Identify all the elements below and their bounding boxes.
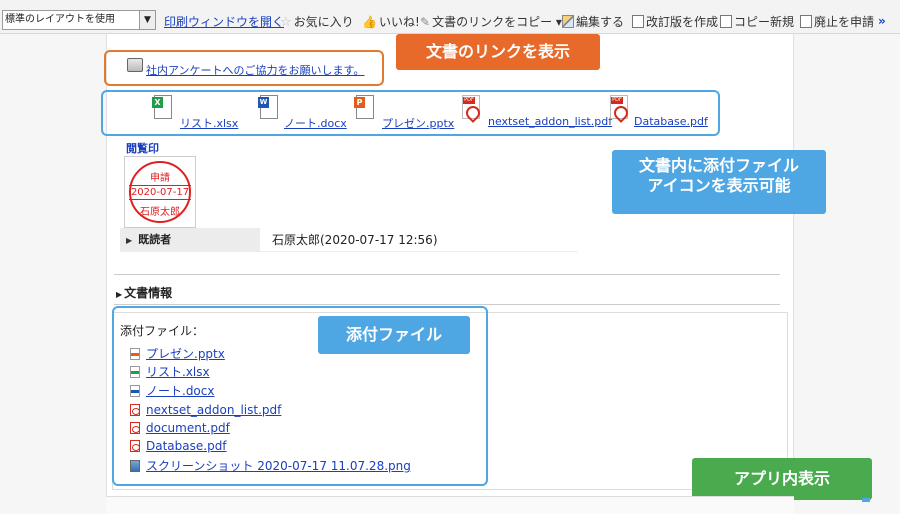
edit-button[interactable]: 編集する: [562, 14, 624, 30]
edit-icon: [562, 15, 574, 28]
reader-label-text: 既読者: [138, 233, 172, 246]
left-gutter: [0, 34, 106, 514]
excel-file-icon: [130, 366, 140, 378]
callout-attach-icons-line1: 文書内に添付ファイル: [638, 156, 799, 175]
print-window-link[interactable]: 印刷ウィンドウを開く: [164, 14, 284, 30]
page-bottom-bar: [106, 496, 794, 514]
stamp-date: 2020-07-17: [129, 185, 191, 200]
attach-icon-link[interactable]: プレゼン.pptx: [382, 115, 454, 131]
pdf-file-icon: [130, 440, 140, 452]
document-icon: [800, 15, 812, 28]
image-file-icon: [130, 460, 140, 472]
layout-select[interactable]: 標準のレイアウトを使用 ▼: [2, 10, 156, 30]
word-file-icon: [258, 95, 278, 119]
attach-icon-link[interactable]: リスト.xlsx: [180, 115, 238, 131]
triangle-right-icon: ▶: [126, 236, 133, 245]
thumbs-up-icon: 👍: [362, 15, 377, 29]
document-toolbar: 標準のレイアウトを使用 ▼ 印刷ウィンドウを開く ☆ お気に入り 👍 いいね! ✎ 文…: [0, 0, 900, 34]
pdf-file-icon: [610, 95, 628, 119]
corner-marker: [862, 498, 870, 502]
pdf-file-icon: [462, 95, 480, 119]
attachment-link[interactable]: nextset_addon_list.pdf: [146, 402, 281, 418]
attachment-link[interactable]: スクリーンショット 2020-07-17 11.07.28.png: [146, 458, 411, 474]
reader-label[interactable]: ▶ 既読者: [120, 228, 260, 252]
more-tools-icon[interactable]: »: [878, 14, 886, 28]
star-icon: ☆: [280, 15, 292, 30]
approval-stamp-box: 申請 2020-07-17 石原太郎: [124, 156, 196, 228]
attach-icon-link[interactable]: ノート.docx: [284, 115, 347, 131]
callout-attach-icons: 文書内に添付ファイル アイコンを表示可能: [612, 150, 826, 214]
attach-icon-link[interactable]: nextset_addon_list.pdf: [488, 115, 612, 128]
callout-doc-link: 文書のリンクを表示: [396, 34, 600, 70]
divider: [114, 304, 780, 305]
copy-link-label: 文書のリンクをコピー: [432, 15, 553, 29]
retire-label: 廃止を申請: [814, 15, 875, 29]
triangle-right-icon: ▶: [116, 290, 123, 299]
excel-file-icon: [152, 95, 172, 119]
revise-label: 改訂版を作成: [646, 15, 719, 29]
pdf-file-icon: [130, 404, 140, 416]
callout-in-app: アプリ内表示: [692, 458, 872, 500]
attachment-link[interactable]: document.pdf: [146, 420, 230, 436]
document-icon: [632, 15, 644, 28]
edit-label: 編集する: [576, 15, 625, 29]
pen-icon: ✎: [420, 15, 431, 29]
like-button[interactable]: 👍 いいね!: [362, 14, 420, 30]
like-label: いいね!: [378, 15, 420, 29]
approval-stamp: 申請 2020-07-17 石原太郎: [129, 161, 191, 223]
chevron-down-icon: ▾: [552, 15, 562, 29]
attachment-link[interactable]: プレゼン.pptx: [146, 346, 225, 362]
favorite-label: お気に入り: [293, 15, 354, 29]
attachment-link[interactable]: リスト.xlsx: [146, 364, 210, 380]
reader-value: 石原太郎(2020-07-17 12:56): [272, 233, 438, 247]
chevron-down-icon[interactable]: ▼: [139, 11, 155, 29]
favorite-button[interactable]: ☆ お気に入り: [280, 14, 354, 31]
copy-link-button[interactable]: ✎ 文書のリンクをコピー ▾: [420, 14, 562, 30]
callout-attach-icons-line2: アイコンを表示可能: [647, 176, 791, 195]
doc-link-highlight: [104, 50, 384, 86]
powerpoint-file-icon: [130, 348, 140, 360]
attach-icon-link[interactable]: Database.pdf: [634, 115, 708, 128]
callout-attachments: 添付ファイル: [318, 316, 470, 354]
attachment-link[interactable]: Database.pdf: [146, 438, 227, 454]
right-gutter: [794, 34, 900, 514]
powerpoint-file-icon: [354, 95, 374, 119]
doc-info-title: 文書情報: [124, 286, 173, 300]
word-file-icon: [130, 385, 140, 397]
stamp-name: 石原太郎: [140, 207, 180, 218]
pdf-file-icon: [130, 422, 140, 434]
divider: [114, 274, 780, 275]
document-icon: [720, 15, 732, 28]
attachment-link[interactable]: ノート.docx: [146, 383, 214, 399]
approval-title: 閲覧印: [126, 142, 159, 155]
retire-button[interactable]: 廃止を申請: [800, 14, 874, 30]
copy-new-label: コピー新規: [734, 15, 795, 29]
reader-row: ▶ 既読者 石原太郎(2020-07-17 12:56): [120, 228, 578, 252]
revise-button[interactable]: 改訂版を作成: [632, 14, 718, 30]
attach-label: 添付ファイル：: [120, 324, 205, 338]
stamp-top: 申請: [150, 173, 170, 184]
doc-info-toggle[interactable]: ▶ 文書情報: [116, 284, 172, 301]
copy-new-button[interactable]: コピー新規: [720, 14, 794, 30]
layout-select-value: 標準のレイアウトを使用: [5, 14, 115, 25]
